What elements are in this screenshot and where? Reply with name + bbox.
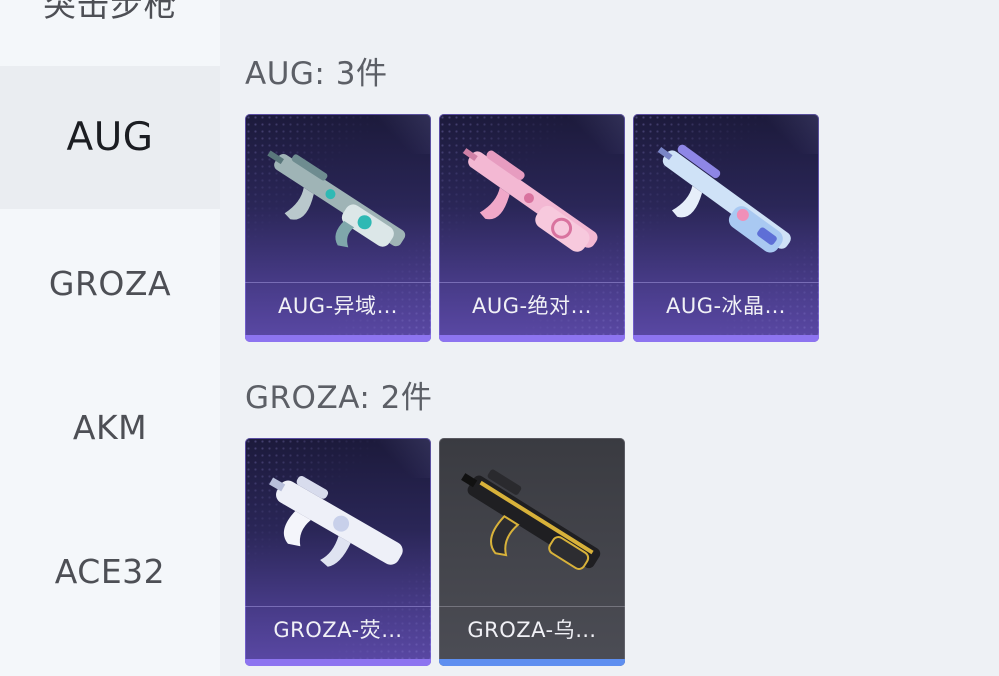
groza-rifle-white-skin-icon (269, 476, 403, 567)
rarity-bar (633, 335, 819, 342)
rarity-bar (439, 335, 625, 342)
sidebar-item-label: GROZA (48, 264, 172, 303)
section-title-aug: AUG: 3件 (245, 56, 388, 92)
skin-card[interactable]: AUG-绝对… (439, 114, 625, 342)
skin-name: AUG-绝对… (471, 294, 593, 318)
aug-rifle-teal-skin-icon (267, 150, 406, 248)
skin-name: GROZA-荧… (273, 618, 403, 642)
skin-card[interactable]: AUG-异域… (245, 114, 431, 342)
sidebar-item-akm[interactable]: AKM (0, 356, 220, 499)
skin-name: AUG-异域… (277, 294, 399, 318)
sidebar-item-label: AKM (72, 408, 148, 447)
aug-rifle-ice-skin-icon (657, 144, 791, 253)
skin-card[interactable]: GROZA-乌… (439, 438, 625, 666)
section-title-groza: GROZA: 2件 (245, 380, 433, 416)
category-sidebar: 突击步枪 AUG GROZA AKM ACE32 (0, 0, 220, 676)
skin-name: GROZA-乌… (467, 618, 597, 642)
aug-rifle-pink-skin-icon (462, 148, 598, 252)
skin-card[interactable]: AUG-冰晶… (633, 114, 819, 342)
sidebar-item-label: AUG (66, 115, 154, 160)
skin-card[interactable]: GROZA-荧… (245, 438, 431, 666)
rarity-bar (245, 335, 431, 342)
sidebar-item-label: ACE32 (54, 552, 166, 591)
sidebar-item-ace32[interactable]: ACE32 (0, 500, 220, 643)
rarity-bar (439, 659, 625, 666)
groza-rifle-black-gold-skin-icon (461, 469, 601, 570)
skin-name: AUG-冰晶… (665, 294, 787, 318)
sidebar-item-groza[interactable]: GROZA (0, 212, 220, 355)
sidebar-item-label: 突击步枪 (43, 0, 177, 24)
sidebar-item-aug[interactable]: AUG (0, 66, 220, 209)
sidebar-item-assault-rifle[interactable]: 突击步枪 (0, 0, 220, 66)
rarity-bar (245, 659, 431, 666)
